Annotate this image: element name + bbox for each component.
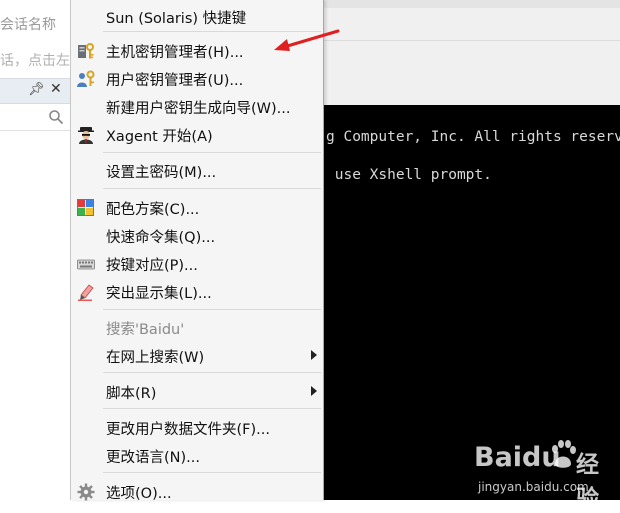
session-search-input[interactable] [0, 106, 70, 131]
toolbar-divider [322, 40, 620, 41]
user-key-icon [77, 70, 95, 87]
menu-separator [103, 309, 321, 310]
menu-separator [103, 152, 321, 153]
menu-item-label: 突出显示集(L)... [106, 286, 212, 302]
terminal-line: g Computer, Inc. All rights reserv [326, 129, 620, 145]
menu-item-label: 新建用户密钥生成向导(W)... [106, 101, 291, 117]
session-name-label: 会话名称 [0, 17, 56, 33]
xagent-icon [78, 127, 94, 144]
watermark-brand: Baidu [474, 442, 561, 473]
menu-item-sun-solaris-shortcuts[interactable]: Sun (Solaris) 快捷键 [71, 3, 323, 29]
menu-item-change-language[interactable]: 更改语言(N)... [71, 442, 323, 468]
search-icon[interactable] [48, 109, 64, 125]
menu-item-label: 在网上搜索(W) [106, 350, 205, 366]
menu-item-quick-commands[interactable]: 快速命令集(Q)... [71, 222, 323, 248]
menu-item-label: Xagent 开始(A) [106, 129, 213, 145]
watermark-url: jingyan.baidu.com [478, 480, 589, 494]
menu-item-label: 按键对应(P)... [106, 258, 198, 274]
menu-item-label: 更改用户数据文件夹(F)... [106, 422, 270, 438]
tools-context-menu: Sun (Solaris) 快捷键 主机密钥管理者(H)... 用户密钥管理者(… [70, 0, 324, 502]
menu-item-user-key-manager[interactable]: 用户密钥管理者(U)... [71, 65, 323, 91]
menu-separator [103, 372, 321, 373]
menu-item-set-master-password[interactable]: 设置主密码(M)... [71, 157, 323, 183]
menu-item-label: Sun (Solaris) 快捷键 [106, 11, 247, 27]
baidu-watermark: Baidu 经验 jingyan.baidu.com [470, 430, 620, 512]
menu-item-script[interactable]: 脚本(R) [71, 378, 323, 404]
color-scheme-icon [77, 199, 94, 216]
keyboard-icon [77, 259, 95, 270]
menu-item-search-baidu: 搜索'Baidu' [71, 314, 323, 340]
close-icon[interactable]: ✕ [50, 81, 62, 97]
menu-item-key-mapping[interactable]: 按键对应(P)... [71, 250, 323, 276]
menu-item-label: 搜索'Baidu' [106, 322, 185, 338]
menu-item-change-user-data-folder[interactable]: 更改用户数据文件夹(F)... [71, 414, 323, 440]
session-panel: 会话名称 话，点击左 📌︎ ✕ [0, 0, 70, 500]
menu-separator [103, 188, 321, 189]
menu-separator [103, 472, 321, 473]
session-hint-label: 话，点击左 [0, 53, 70, 69]
terminal-line: use Xshell prompt. [326, 167, 492, 183]
menu-item-label: 更改语言(N)... [106, 450, 200, 466]
menu-item-new-user-key-wizard[interactable]: 新建用户密钥生成向导(W)... [71, 93, 323, 119]
menu-item-label: 用户密钥管理者(U)... [106, 73, 244, 89]
menu-item-label: 设置主密码(M)... [106, 165, 217, 181]
menu-item-highlight-sets[interactable]: 突出显示集(L)... [71, 278, 323, 304]
submenu-arrow-icon [311, 386, 317, 396]
menu-item-label: 配色方案(C)... [106, 202, 200, 218]
toolbar-area [322, 8, 620, 105]
watermark-suffix: 经验 [576, 452, 599, 512]
menu-item-color-scheme[interactable]: 配色方案(C)... [71, 194, 323, 220]
panel-header: 📌︎ ✕ [0, 78, 70, 104]
menu-item-label: 主机密钥管理者(H)... [106, 45, 244, 61]
submenu-arrow-icon [311, 350, 317, 360]
menu-item-label: 快速命令集(Q)... [106, 230, 216, 246]
gear-icon [77, 483, 95, 501]
menu-item-options[interactable]: 选项(O)... [71, 478, 323, 504]
highlight-icon [78, 284, 94, 301]
menu-item-label: 脚本(R) [106, 386, 157, 402]
menu-separator [103, 408, 321, 409]
menu-item-xagent-start[interactable]: Xagent 开始(A) [71, 121, 323, 147]
menu-item-search-web[interactable]: 在网上搜索(W) [71, 342, 323, 368]
pin-icon[interactable]: 📌︎ [28, 82, 45, 97]
host-key-icon [78, 43, 94, 59]
paw-logo-icon [552, 440, 576, 468]
annotation-arrow-icon [274, 29, 340, 51]
